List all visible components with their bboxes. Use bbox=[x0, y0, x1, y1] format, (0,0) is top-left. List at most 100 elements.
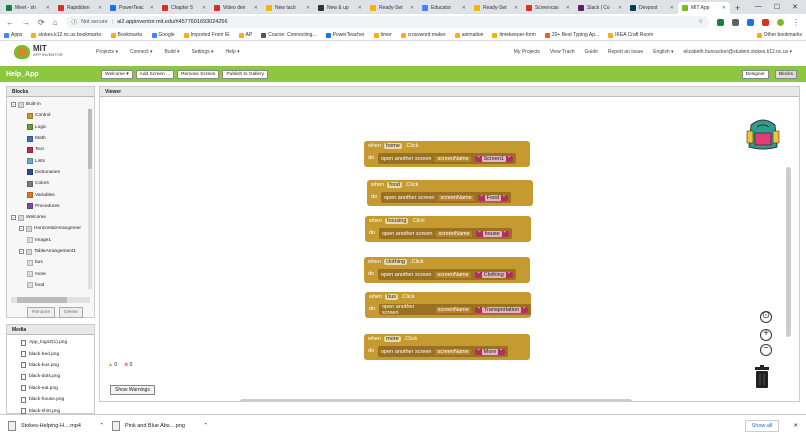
menu-item[interactable]: Connect ▾ bbox=[130, 49, 153, 55]
tree-item[interactable]: bus bbox=[11, 257, 94, 268]
bookmark-item[interactable]: 20+ Best Typing Ap... bbox=[544, 32, 599, 38]
tree-item[interactable]: Variables bbox=[11, 189, 94, 200]
open-screen-block[interactable]: open another screen screenName " Food " bbox=[381, 192, 512, 203]
tree-scrollbar[interactable] bbox=[88, 109, 92, 289]
download-menu-icon[interactable]: ⌃ bbox=[203, 423, 208, 429]
show-all-button[interactable]: Show all bbox=[744, 420, 780, 432]
workspace-horizontal-scrollbar[interactable] bbox=[240, 399, 632, 401]
browser-tab[interactable]: Devpost ✕ bbox=[626, 2, 678, 14]
recenter-icon[interactable]: ⊙ bbox=[760, 311, 772, 323]
delete-button[interactable]: Delete bbox=[59, 307, 84, 318]
zoom-in-icon[interactable]: + bbox=[760, 329, 772, 341]
browser-menu-icon[interactable]: ⋮ bbox=[792, 18, 800, 27]
tree-item[interactable]: Text bbox=[11, 144, 94, 155]
browser-tab[interactable]: Video den ✕ bbox=[210, 2, 262, 14]
open-screen-block[interactable]: open another screen screenName " house " bbox=[379, 228, 512, 239]
text-block[interactable]: " More " bbox=[474, 348, 506, 355]
component-dropdown[interactable]: home bbox=[384, 143, 402, 149]
menu-item[interactable]: Settings ▾ bbox=[192, 49, 214, 55]
bookmark-item[interactable]: crossword maker bbox=[400, 32, 446, 38]
project-button[interactable]: Publish to Gallery bbox=[222, 69, 269, 79]
screen-value[interactable]: Screen1 bbox=[481, 155, 507, 162]
tree-toggle-icon[interactable]: − bbox=[19, 226, 24, 232]
tree-item[interactable]: Control bbox=[11, 110, 94, 121]
media-item[interactable]: black-eat.png bbox=[7, 383, 94, 394]
browser-tab[interactable]: Meet - sh ✕ bbox=[2, 2, 54, 14]
extension-icon[interactable] bbox=[717, 18, 724, 26]
event-block[interactable]: when more .Click do open another screen scree… bbox=[364, 334, 530, 360]
mit-app-inventor-logo[interactable]: MIT APP INVENTOR bbox=[14, 44, 96, 59]
bookmark-item[interactable]: Other bookmarks bbox=[756, 32, 802, 38]
close-tab-icon[interactable]: ✕ bbox=[722, 5, 726, 11]
close-tab-icon[interactable]: ✕ bbox=[254, 5, 258, 11]
event-block[interactable]: when bus .Click do open another screen screen… bbox=[365, 292, 531, 318]
warning-triangle-icon[interactable]: ▲ bbox=[108, 362, 113, 368]
bookmark-item[interactable]: stokes.k12.nc.us bookmarks bbox=[31, 32, 102, 38]
close-downloads-icon[interactable]: ✕ bbox=[793, 423, 798, 429]
screen-value[interactable]: Food bbox=[484, 194, 502, 201]
screen-value[interactable]: Transportation bbox=[481, 306, 522, 313]
media-item[interactable]: black-bed.png bbox=[7, 348, 94, 359]
browser-tab[interactable]: Chapter 5 ✕ bbox=[158, 2, 210, 14]
header-link[interactable]: My Projects bbox=[514, 49, 540, 55]
tree-item[interactable]: Logic bbox=[11, 122, 94, 133]
designer-button[interactable]: Designer bbox=[741, 69, 769, 79]
bookmark-item[interactable]: PowerTeacher bbox=[325, 32, 365, 38]
header-link[interactable]: Report an Issue bbox=[608, 49, 643, 55]
media-item[interactable]: black-bus.png bbox=[7, 360, 94, 371]
tree-item[interactable]: − HorizontalArrangemer bbox=[11, 223, 94, 234]
event-block[interactable]: when food .Click do open another screen scree… bbox=[367, 180, 533, 206]
close-tab-icon[interactable]: ✕ bbox=[566, 5, 570, 11]
header-link[interactable]: English ▾ bbox=[653, 49, 673, 55]
open-screen-block[interactable]: open another screen screenName " Clothing " bbox=[378, 269, 516, 280]
bookmark-item[interactable]: IKEA Craft Room bbox=[608, 32, 653, 38]
bookmark-item[interactable]: animation bbox=[454, 32, 483, 38]
tree-toggle-icon[interactable]: − bbox=[11, 102, 16, 108]
bookmark-item[interactable]: Google bbox=[151, 32, 175, 38]
zoom-out-icon[interactable]: − bbox=[760, 344, 772, 356]
tree-horizontal-scrollbar[interactable] bbox=[11, 297, 90, 303]
star-icon[interactable]: ☆ bbox=[698, 19, 703, 25]
browser-tab[interactable]: Educator ✕ bbox=[418, 2, 470, 14]
new-tab-button[interactable]: + bbox=[730, 2, 745, 14]
event-block[interactable]: when home .Click do open another screen scree… bbox=[364, 141, 530, 167]
close-tab-icon[interactable]: ✕ bbox=[306, 5, 310, 11]
close-tab-icon[interactable]: ✕ bbox=[462, 5, 466, 11]
browser-tab[interactable]: Screencas ✕ bbox=[522, 2, 574, 14]
open-screen-block[interactable]: open another screen screenName " Transporta… bbox=[379, 304, 531, 316]
trash-icon[interactable] bbox=[754, 365, 770, 389]
download-item[interactable]: Stokes-Helping-H....mp4 ⌃ bbox=[8, 421, 112, 431]
component-dropdown[interactable]: housing bbox=[385, 218, 409, 224]
tree-item[interactable]: more bbox=[11, 268, 94, 279]
component-dropdown[interactable]: bus bbox=[385, 294, 399, 300]
home-icon[interactable]: ⌂ bbox=[53, 18, 58, 27]
bookmark-item[interactable]: timer bbox=[373, 32, 392, 38]
url-input[interactable]: ⓘ Not secure | ai2.appinventor.mit.edu/#… bbox=[65, 16, 709, 28]
project-button[interactable]: Remove Screen bbox=[177, 69, 220, 79]
screen-value[interactable]: More bbox=[481, 348, 499, 355]
browser-tab[interactable]: New tacti ✕ bbox=[262, 2, 314, 14]
header-link[interactable]: View Trash bbox=[550, 49, 575, 55]
menu-item[interactable]: Build ▾ bbox=[165, 49, 180, 55]
close-tab-icon[interactable]: ✕ bbox=[618, 5, 622, 11]
minimize-icon[interactable]: — bbox=[755, 3, 762, 11]
browser-tab[interactable]: Ready-Set ✕ bbox=[366, 2, 418, 14]
extension-icon[interactable] bbox=[762, 18, 769, 26]
bookmark-item[interactable]: Apps bbox=[4, 32, 22, 38]
backpack-icon[interactable] bbox=[743, 115, 783, 151]
header-link[interactable]: elizabeth.hunsucker@student.stokes.k12.n… bbox=[684, 49, 792, 55]
component-dropdown[interactable]: more bbox=[384, 336, 401, 342]
event-block[interactable]: when housing .Click do open another screen sc… bbox=[365, 216, 531, 242]
open-screen-block[interactable]: open another screen screenName " More " bbox=[378, 346, 509, 357]
media-item[interactable]: black-dots.png bbox=[7, 371, 94, 382]
browser-tab[interactable]: New & up ✕ bbox=[314, 2, 366, 14]
error-icon[interactable]: ⊗ bbox=[124, 362, 128, 368]
project-button[interactable]: Welcome ▾ bbox=[101, 69, 133, 79]
profile-avatar[interactable] bbox=[777, 18, 784, 26]
blocks-button[interactable]: Blocks bbox=[774, 69, 797, 79]
close-tab-icon[interactable]: ✕ bbox=[358, 5, 362, 11]
bookmark-item[interactable]: Bookmarks bbox=[110, 32, 143, 38]
browser-tab[interactable]: PowerTeac ✕ bbox=[106, 2, 158, 14]
extension-icon[interactable] bbox=[732, 18, 739, 26]
menu-item[interactable]: Projects ▾ bbox=[96, 49, 118, 55]
